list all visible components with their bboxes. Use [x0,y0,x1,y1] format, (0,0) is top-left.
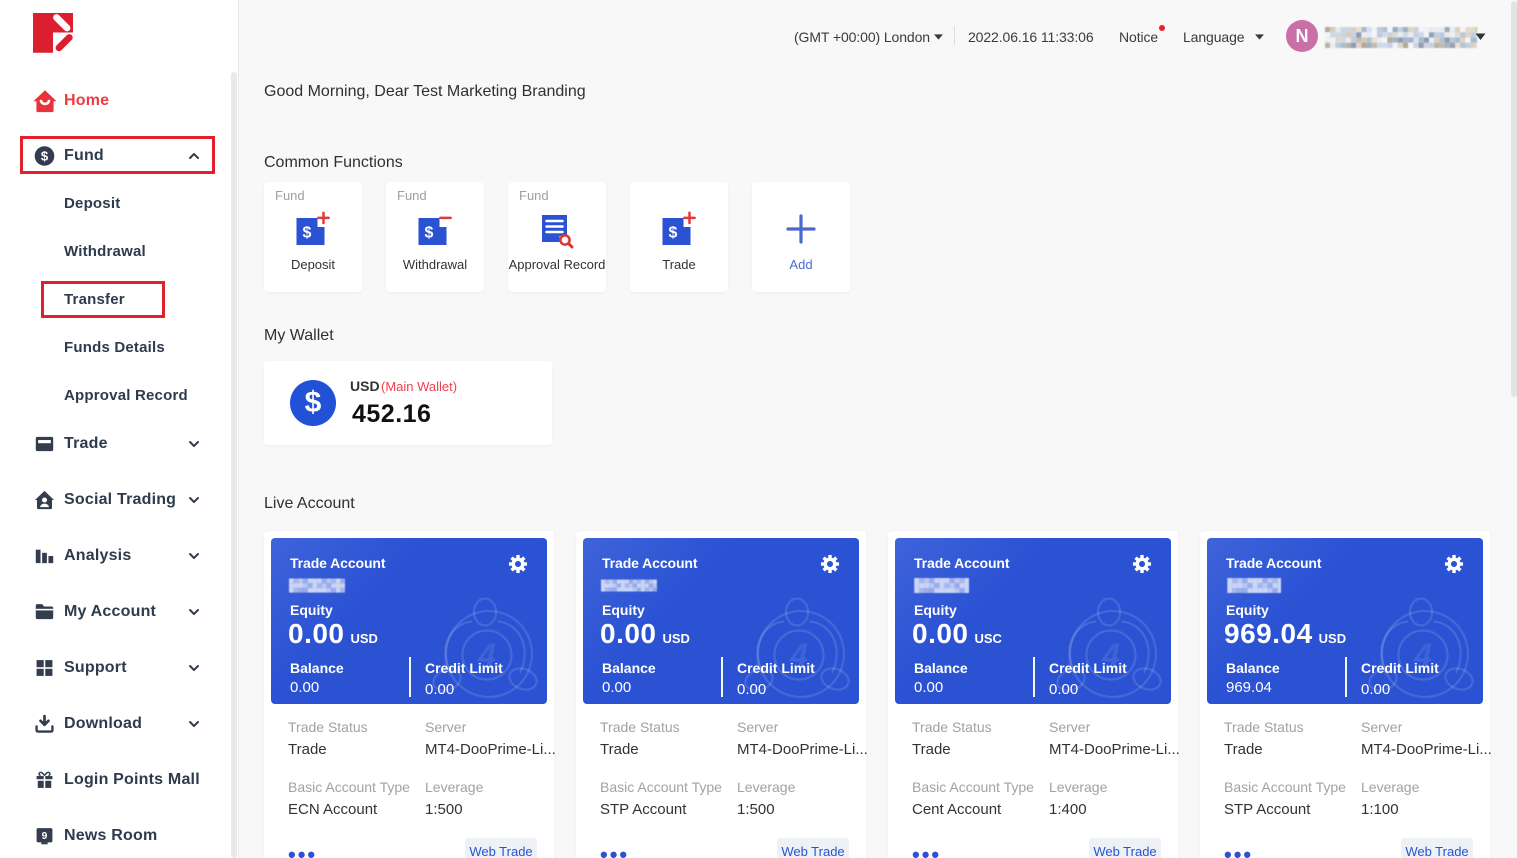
svg-text:$: $ [669,225,678,242]
svg-text:4: 4 [789,637,808,673]
svg-text:$: $ [425,225,434,242]
svg-text:$: $ [41,149,49,164]
svg-text:4: 4 [1413,637,1432,673]
svg-text:4: 4 [1101,637,1120,673]
svg-text:9: 9 [42,831,48,842]
svg-text:4: 4 [477,637,496,673]
svg-text:$: $ [303,225,312,242]
